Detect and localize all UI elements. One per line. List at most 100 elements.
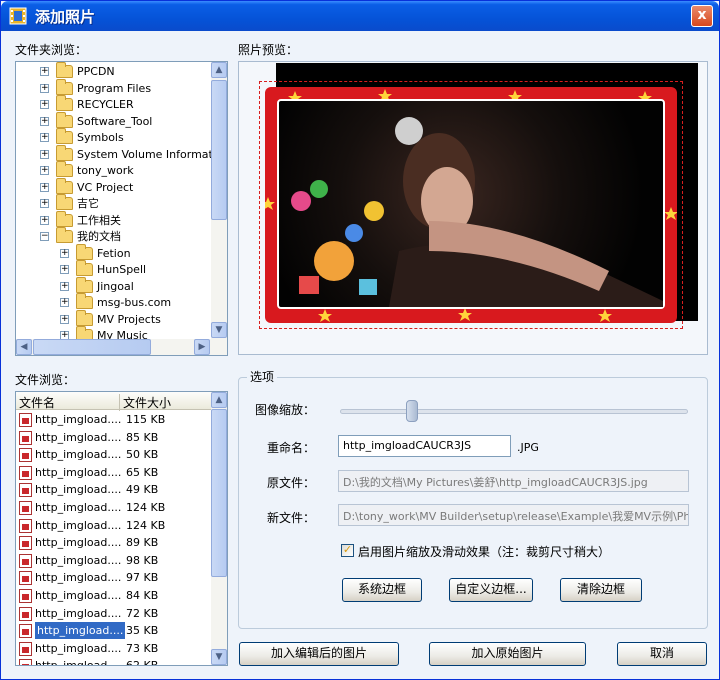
file-row[interactable]: http_imgload.... 49 KB	[16, 481, 212, 499]
expand-icon[interactable]: +	[40, 199, 49, 208]
window-title: 添加照片	[35, 8, 96, 26]
folder-icon	[76, 309, 93, 326]
folder-icon	[56, 111, 73, 128]
expand-icon[interactable]: +	[40, 133, 49, 142]
folder-icon	[56, 144, 73, 161]
collapse-icon[interactable]: −	[40, 232, 49, 241]
tree-item-label: RECYCLER	[77, 98, 134, 111]
original-file-field: D:\我的文档\My Pictures\姜舒\http_imgloadCAUCR…	[338, 470, 689, 492]
file-size: 115 KB	[126, 413, 166, 426]
image-file-icon	[19, 624, 32, 639]
expand-icon[interactable]: +	[40, 182, 49, 192]
new-file-label: 新文件：	[267, 511, 316, 525]
file-row[interactable]: http_imgload.... 73 KB	[16, 640, 212, 658]
title-bar[interactable]: 添加照片 x	[1, 1, 719, 31]
folder-icon	[56, 161, 73, 177]
expand-icon[interactable]: +	[40, 100, 49, 109]
file-row[interactable]: http_imgload.... 124 KB	[16, 517, 212, 535]
file-row[interactable]: http_imgload.... 115 KB	[16, 411, 212, 429]
tree-item-label: 工作相关	[77, 213, 121, 227]
close-button[interactable]: x	[691, 5, 713, 27]
folder-tree[interactable]: + PPCDN + Program Files + RECYCLER + Software_T…	[15, 61, 228, 356]
scroll-up-icon[interactable]: ▲	[211, 392, 227, 408]
file-size: 72 KB	[126, 606, 159, 620]
file-name: http_imgload....	[35, 553, 122, 567]
expand-icon[interactable]: +	[60, 265, 69, 274]
image-file-icon	[19, 483, 32, 498]
file-row[interactable]: http_imgload.... 62 KB	[16, 657, 212, 666]
file-row[interactable]: http_imgload.... 35 KB	[16, 622, 212, 640]
column-header-name[interactable]: 文件名	[19, 394, 55, 411]
file-row[interactable]: http_imgload.... 72 KB	[16, 605, 212, 623]
folder-icon	[56, 194, 73, 210]
expand-icon[interactable]: +	[40, 67, 49, 76]
image-scale-slider-thumb[interactable]	[406, 400, 418, 422]
add-original-photo-button[interactable]: 加入原始图片	[429, 642, 586, 666]
file-browse-label: 文件浏览：	[15, 373, 76, 387]
image-file-icon	[19, 536, 32, 551]
file-row[interactable]: http_imgload.... 50 KB	[16, 446, 212, 464]
clear-frame-button[interactable]: 清除边框	[560, 578, 642, 602]
enable-scale-checkbox[interactable]: ✓	[341, 544, 354, 557]
image-file-icon	[19, 518, 32, 533]
scroll-right-icon[interactable]: ▶	[194, 339, 210, 355]
file-name: http_imgload....	[35, 413, 122, 426]
file-list[interactable]: 文件名 文件大小 http_imgload.... 115 KB http_imgl…	[15, 391, 228, 666]
folder-icon	[76, 276, 93, 293]
tree-item-label: PPCDN	[77, 65, 115, 78]
expand-icon[interactable]: +	[60, 248, 69, 258]
file-row[interactable]: http_imgload.... 84 KB	[16, 587, 212, 605]
system-frame-button[interactable]: 系统边框	[342, 578, 422, 602]
folder-icon	[76, 243, 93, 260]
expand-icon[interactable]: +	[60, 281, 69, 291]
file-size: 124 KB	[126, 501, 166, 514]
file-row[interactable]: http_imgload.... 65 KB	[16, 464, 212, 482]
file-row[interactable]: http_imgload.... 97 KB	[16, 569, 212, 587]
enable-scale-label[interactable]: 启用图片缩放及滑动效果（注：裁剪尺寸稍大）	[358, 543, 610, 560]
expand-icon[interactable]: +	[40, 116, 49, 126]
expand-icon[interactable]: +	[60, 314, 69, 324]
scroll-left-icon[interactable]: ◀	[16, 339, 32, 355]
tree-vertical-scrollbar[interactable]: ▲ ▼	[211, 62, 227, 339]
file-name: http_imgload....	[35, 465, 122, 479]
image-file-icon	[19, 413, 32, 427]
scroll-up-icon[interactable]: ▲	[211, 62, 227, 78]
image-file-icon	[19, 430, 32, 445]
file-name: http_imgload....	[35, 501, 122, 514]
file-size: 62 KB	[126, 659, 159, 666]
rename-input[interactable]: http_imgloadCAUCR3JS	[338, 435, 511, 457]
file-name: http_imgload....	[35, 518, 122, 532]
tree-horizontal-scrollbar[interactable]: ◀ ▶	[16, 339, 227, 355]
scroll-down-icon[interactable]: ▼	[211, 322, 227, 338]
expand-icon[interactable]: +	[40, 215, 49, 225]
file-name: http_imgload....	[35, 622, 126, 640]
new-file-field: D:\tony_work\MV Builder\setup\release\Ex…	[338, 504, 689, 526]
folder-icon	[56, 177, 73, 194]
file-row[interactable]: http_imgload.... 124 KB	[16, 499, 212, 517]
cancel-button[interactable]: 取消	[617, 642, 707, 666]
scroll-down-icon[interactable]: ▼	[211, 649, 227, 665]
scroll-thumb[interactable]	[211, 409, 227, 577]
file-name: http_imgload....	[35, 606, 122, 620]
tree-item-label: Program Files	[77, 81, 152, 95]
expand-icon[interactable]: +	[40, 83, 49, 93]
file-size: 85 KB	[126, 430, 159, 444]
options-group-title: 选项	[247, 368, 278, 385]
scroll-thumb[interactable]	[211, 80, 227, 220]
file-row[interactable]: http_imgload.... 98 KB	[16, 552, 212, 570]
folder-icon	[56, 95, 73, 111]
expand-icon[interactable]: +	[60, 298, 69, 307]
expand-icon[interactable]: +	[40, 149, 49, 159]
rename-label: 重命名：	[267, 441, 316, 455]
custom-frame-button[interactable]: 自定义边框...	[449, 578, 533, 602]
image-scale-slider[interactable]	[340, 409, 688, 414]
add-edited-photo-button[interactable]: 加入编辑后的图片	[239, 642, 399, 666]
column-header-size[interactable]: 文件大小	[119, 394, 171, 411]
file-row[interactable]: http_imgload.... 89 KB	[16, 534, 212, 552]
expand-icon[interactable]: +	[40, 166, 49, 175]
preview-label: 照片预览：	[238, 43, 299, 57]
scroll-thumb-horizontal[interactable]	[33, 339, 151, 355]
file-list-scrollbar[interactable]: ▲ ▼	[211, 392, 227, 665]
add-photo-dialog: 添加照片 x 文件夹浏览： + PPCDN + Program Files + RECYC…	[0, 0, 720, 680]
file-row[interactable]: http_imgload.... 85 KB	[16, 429, 212, 447]
